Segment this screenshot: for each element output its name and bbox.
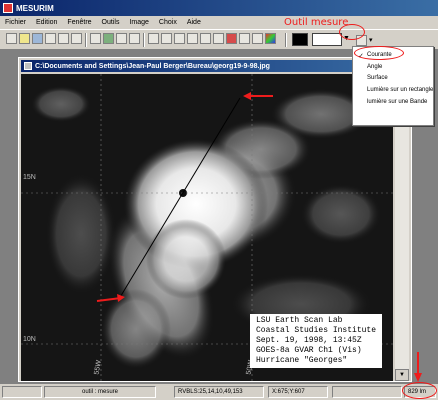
status-rvbls: RVBLS:25,14,10,49,153 (174, 386, 264, 398)
new-file-icon[interactable] (6, 33, 17, 44)
toolbar-separator (143, 33, 145, 47)
app-titlebar: MESURIM (0, 0, 438, 16)
paste-icon[interactable] (116, 33, 127, 44)
palette-icon[interactable] (265, 33, 276, 44)
satellite-image[interactable]: 15N 10N 55W 50W LSU Earth Scan Lab Coast… (21, 74, 393, 381)
menubar: Fichier Edition Fenêtre Outils Image Cho… (0, 16, 438, 29)
caption-line: Coastal Studies Institute (256, 326, 377, 335)
text-tool-icon[interactable] (200, 33, 211, 44)
menu-edition[interactable]: Edition (31, 19, 62, 26)
foreground-color-swatch[interactable] (292, 33, 308, 46)
document-icon (24, 62, 32, 70)
menu-fenetre[interactable]: Fenêtre (62, 19, 96, 26)
grid-label-10n: 10N (23, 336, 36, 343)
menu-image[interactable]: Image (124, 19, 153, 26)
image-window-titlebar: C:\Documents and Settings\Jean-Paul Berg… (21, 60, 409, 72)
background-color-swatch[interactable] (312, 33, 342, 46)
caption-line: Sept. 19, 1998, 13:45Z (256, 336, 362, 345)
grid-label-15n: 15N (23, 174, 36, 181)
undo-icon[interactable] (90, 33, 101, 44)
toolbar-separator (285, 33, 287, 47)
print-icon[interactable] (45, 33, 56, 44)
caption-line: LSU Earth Scan Lab (256, 316, 343, 325)
red-arrow-status (414, 352, 422, 382)
line-tool-icon[interactable] (148, 33, 159, 44)
copy-icon[interactable] (103, 33, 114, 44)
scroll-down-icon[interactable]: ▼ (395, 369, 409, 381)
menu-item-angle[interactable]: Angle (367, 64, 382, 70)
menu-choix[interactable]: Choix (154, 19, 182, 26)
caption-line: Hurricane "Georges" (256, 356, 348, 365)
lasso-icon[interactable] (174, 33, 185, 44)
statusbar-panel-empty (2, 386, 42, 398)
statusbar-panel-empty (332, 386, 402, 398)
menu-aide[interactable]: Aide (182, 19, 206, 26)
menu-item-lumiere-bande[interactable]: lumière sur une Bande (367, 99, 427, 105)
print-preview-icon[interactable] (58, 33, 69, 44)
measure-tool-icon[interactable] (213, 33, 224, 44)
image-caption: LSU Earth Scan Lab Coastal Studies Insti… (250, 314, 383, 368)
annotation-outil-mesure: Outil mesure (284, 17, 349, 28)
statusbar: outil : mesure RVBLS:25,14,10,49,153 X:6… (0, 384, 438, 400)
cut-icon[interactable] (129, 33, 140, 44)
rectangle-icon[interactable] (187, 33, 198, 44)
color-picker-icon[interactable] (226, 33, 237, 44)
annotation-oval-measure (402, 382, 437, 399)
status-tool: outil : mesure (44, 386, 156, 398)
save-icon[interactable] (32, 33, 43, 44)
image-window-title: C:\Documents and Settings\Jean-Paul Berg… (35, 62, 270, 70)
app-icon (3, 3, 13, 13)
menu-fichier[interactable]: Fichier (0, 19, 31, 26)
open-folder-icon[interactable] (19, 33, 30, 44)
menu-item-lumiere-rectangle[interactable]: Lumière sur un rectangle (367, 87, 433, 93)
toolbar-separator (85, 33, 87, 47)
eraser-icon[interactable] (239, 33, 250, 44)
caption-line: GOES-8a GVAR Ch1 (Vis) (256, 346, 362, 355)
menu-outils[interactable]: Outils (97, 19, 125, 26)
fill-icon[interactable] (252, 33, 263, 44)
diagonal-line-icon[interactable] (161, 33, 172, 44)
scanner-icon[interactable] (71, 33, 82, 44)
app-title: MESURIM (16, 3, 54, 13)
annotation-oval-toolbar (339, 24, 365, 40)
status-coordinates: X:675;Y:607 (268, 386, 328, 398)
chevron-down-icon[interactable]: ▾ (369, 36, 373, 44)
menu-item-surface[interactable]: Surface (367, 75, 388, 81)
annotation-oval-courante (354, 46, 404, 60)
